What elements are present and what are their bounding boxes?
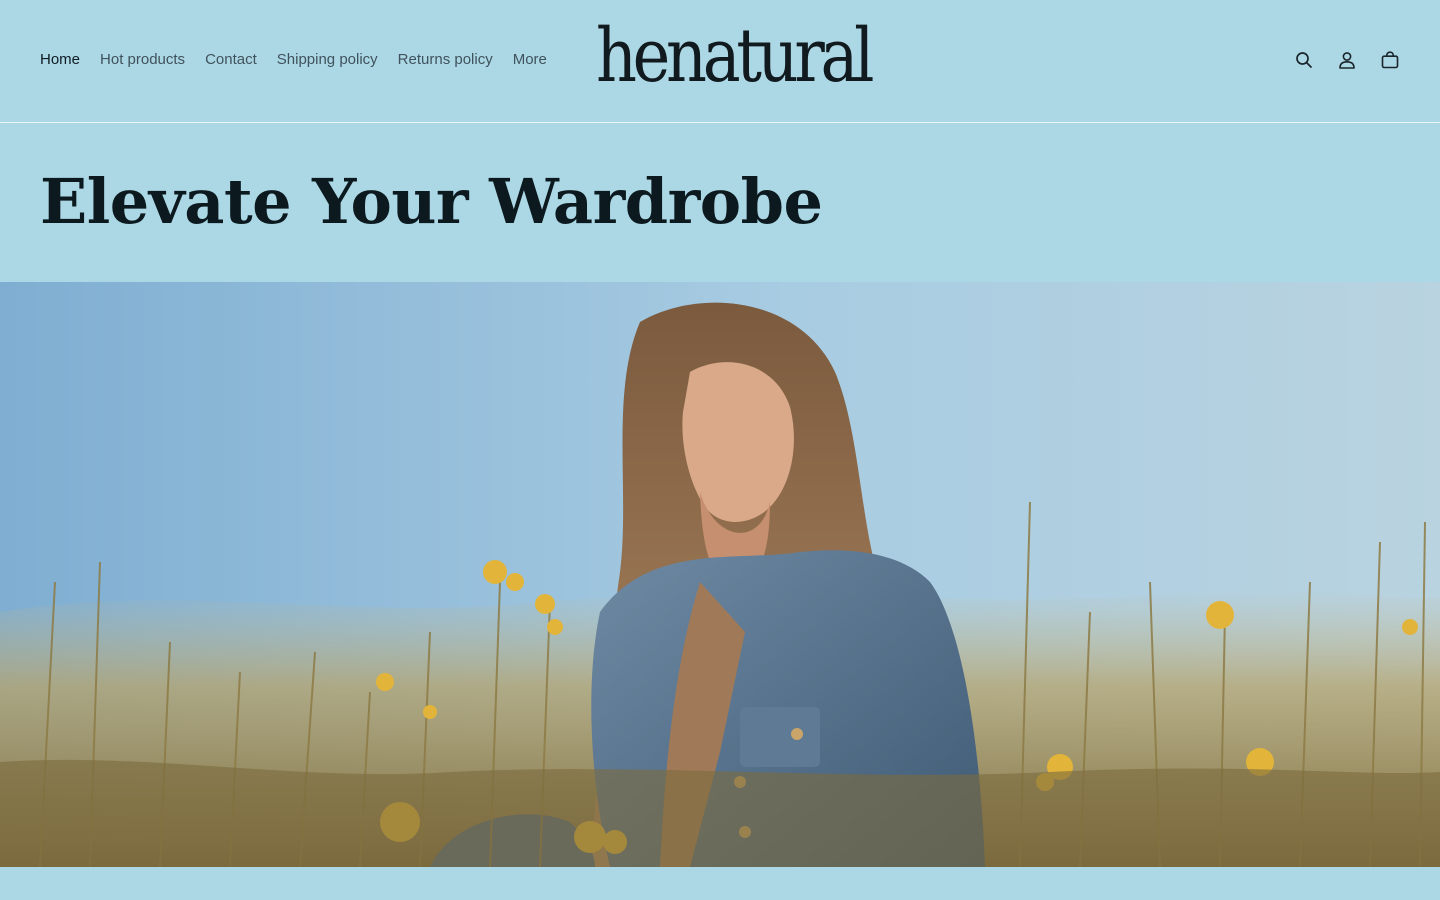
search-icon: [1295, 51, 1313, 69]
nav-contact-link[interactable]: Contact: [205, 48, 257, 72]
hero-image: [0, 282, 1440, 867]
nav-more-link[interactable]: More: [513, 48, 547, 72]
nav-returns-policy-link[interactable]: Returns policy: [398, 48, 493, 72]
hero-heading-section: Elevate Your Wardrobe: [40, 160, 1400, 250]
site-header: Home Hot products Contact Shipping polic…: [0, 0, 1440, 123]
account-icon: [1338, 51, 1356, 69]
hero-photo-illustration: [0, 282, 1440, 867]
bottom-band: [0, 867, 1440, 900]
nav-hot-products-link[interactable]: Hot products: [100, 48, 185, 72]
hero-title: Elevate Your Wardrobe: [40, 165, 823, 238]
nav-shipping-policy-link[interactable]: Shipping policy: [277, 48, 378, 72]
nav-home-link[interactable]: Home: [40, 48, 80, 72]
header-divider: [0, 122, 1440, 123]
cart-icon: [1381, 51, 1399, 69]
search-button[interactable]: [1284, 40, 1324, 80]
account-button[interactable]: [1327, 40, 1367, 80]
main-nav: Home Hot products Contact Shipping polic…: [40, 48, 567, 72]
cart-button[interactable]: [1370, 40, 1410, 80]
site-logo[interactable]: henatural: [596, 14, 874, 98]
header-icons: [1281, 40, 1410, 80]
